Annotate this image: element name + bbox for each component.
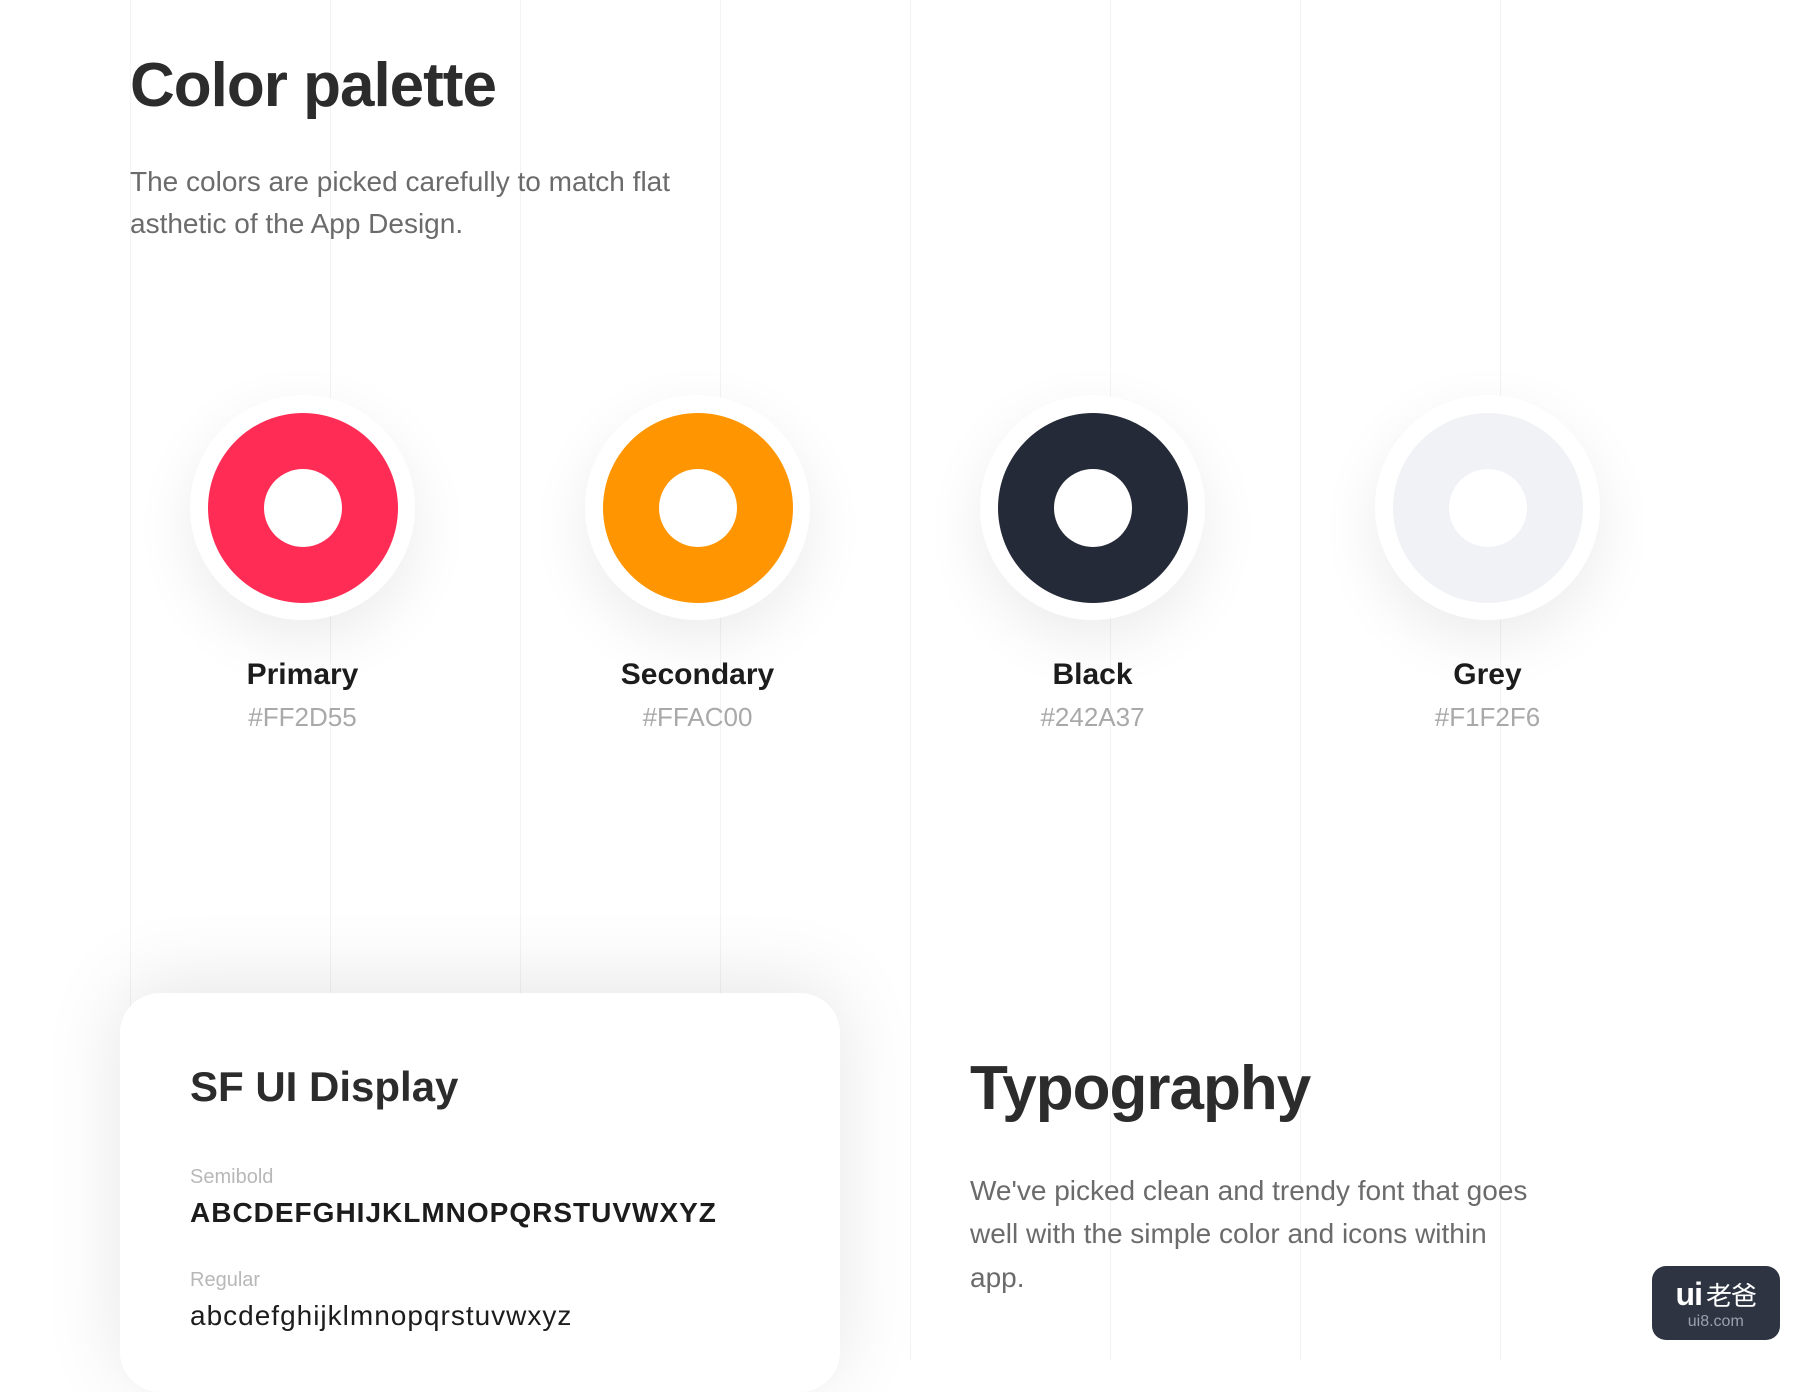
swatch-hex: #FFAC00 xyxy=(643,702,753,733)
weight-label-regular: Regular xyxy=(190,1269,770,1292)
swatch-grey: Grey #F1F2F6 xyxy=(1375,395,1600,733)
color-ring-icon xyxy=(208,413,398,603)
font-family-title: SF UI Display xyxy=(190,1063,770,1111)
swatch-name: Primary xyxy=(247,658,359,692)
swatch-primary: Primary #FF2D55 xyxy=(190,395,415,733)
color-ring-icon xyxy=(998,413,1188,603)
color-ring-icon xyxy=(603,413,793,603)
swatch-name: Black xyxy=(1052,658,1132,692)
alphabet-semibold: ABCDEFGHIJKLMNOPQRSTUVWXYZ xyxy=(190,1197,770,1229)
swatch-chip xyxy=(585,395,810,620)
alphabet-regular: abcdefghijklmnopqrstuvwxyz xyxy=(190,1300,770,1332)
swatch-hex: #F1F2F6 xyxy=(1435,702,1541,733)
typography-title: Typography xyxy=(970,1053,1530,1124)
typography-desc: We've picked clean and trendy font that … xyxy=(970,1169,1530,1299)
swatch-chip xyxy=(190,395,415,620)
swatch-hex: #242A37 xyxy=(1040,702,1144,733)
swatch-hex: #FF2D55 xyxy=(248,702,356,733)
color-ring-icon xyxy=(1393,413,1583,603)
swatch-black: Black #242A37 xyxy=(980,395,1205,733)
palette-desc: The colors are picked carefully to match… xyxy=(130,161,750,245)
swatch-name: Grey xyxy=(1453,658,1521,692)
palette-title: Color palette xyxy=(130,50,1680,121)
swatch-chip xyxy=(1375,395,1600,620)
swatch-row: Primary #FF2D55 Secondary #FFAC00 Black … xyxy=(190,395,1680,733)
swatch-name: Secondary xyxy=(621,658,774,692)
font-card: SF UI Display Semibold ABCDEFGHIJKLMNOPQ… xyxy=(120,993,840,1392)
swatch-chip xyxy=(980,395,1205,620)
weight-label-semibold: Semibold xyxy=(190,1166,770,1189)
swatch-secondary: Secondary #FFAC00 xyxy=(585,395,810,733)
